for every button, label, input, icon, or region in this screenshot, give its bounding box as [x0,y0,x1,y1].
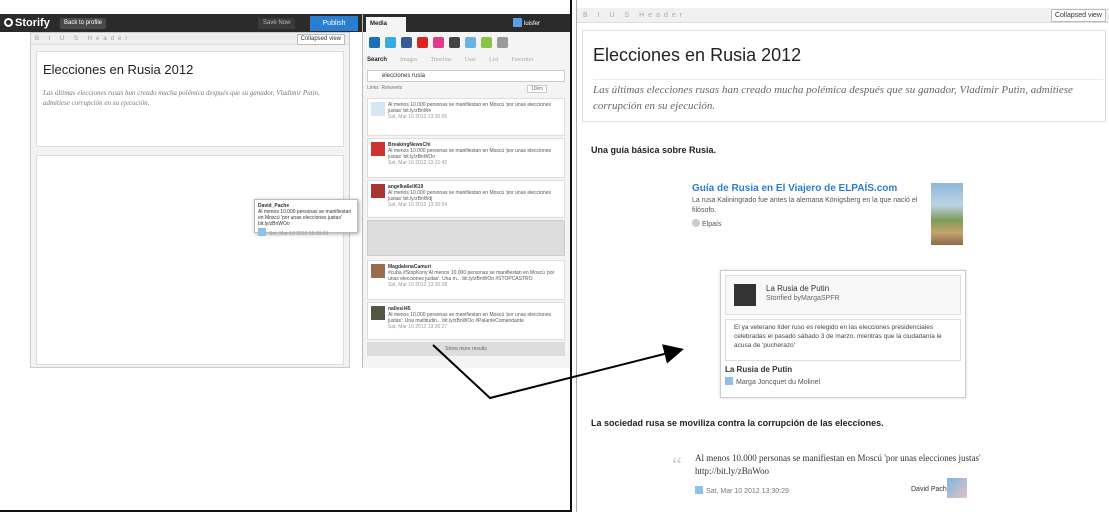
embed-thumbnail [734,284,756,306]
avatar [513,18,522,27]
google-icon[interactable] [465,37,476,48]
storify-editor-screenshot: Storify Back to profile Save Now Publish… [0,0,572,512]
media-panel: Media luisfer Search Images Timeline User Li… [362,14,570,368]
twitter-icon [258,228,266,236]
media-tab-bar: Media luisfer [363,14,570,32]
source-icons [369,37,513,50]
show-more-button[interactable]: Show more results [367,342,565,356]
retweets-checkbox[interactable]: Retweets [381,85,402,91]
embed-name: La Rusia de Putin [725,365,793,374]
story-header[interactable]: Elecciones en Rusia 2012 Las últimas ele… [36,51,344,147]
avatar [371,264,385,278]
avatar [371,306,385,320]
storify-icon [4,18,13,27]
user-menu[interactable]: luisfer [513,18,540,27]
link-icon[interactable] [497,37,508,48]
result-item[interactable]: MagdalenaCamuri #cuba #StopKony Al menos … [367,260,565,300]
avatar [371,184,385,198]
storify-source-icon [725,377,733,385]
tweet-text: Al menos 10.000 personas se manifiestan … [695,453,981,476]
section-heading: Una guía básica sobre Rusia. [591,145,717,155]
radius-select[interactable]: 10km [527,85,548,93]
quote-icon: “ [672,452,682,477]
avatar [947,478,967,498]
result-item[interactable]: Al menos 10.000 personas se manifiestan … [367,98,565,136]
feed-icon[interactable] [481,37,492,48]
avatar [371,142,385,156]
globe-icon [692,219,700,227]
format-toolbar[interactable]: B I U S Header Collapsed view [577,8,1109,23]
search-filters: Links Retweets 10km [367,85,565,96]
links-checkbox[interactable]: Links [367,85,379,91]
publish-button[interactable]: Publish [310,16,358,31]
tweet-date: Sat, Mar 10 2012 13:30:29 [695,486,789,495]
facebook-icon[interactable] [401,37,412,48]
twitter-icon[interactable] [385,37,396,48]
tab-search[interactable]: Search [367,57,387,63]
link-title[interactable]: Guía de Rusia en El Viajero de ELPAÍS.co… [692,183,928,194]
youtube-icon[interactable] [417,37,428,48]
top-bar: Storify Back to profile Save Now Publish [0,14,362,32]
search-input[interactable]: elecciones rusia [367,70,565,82]
section-heading: La sociedad rusa se moviliza contra la c… [591,418,884,428]
tab-favorites[interactable]: Favorites [511,57,533,63]
link-description: La rusa Kaliningrado fue antes la aleman… [692,197,918,214]
dragged-tweet[interactable]: David_Pache Al menos 10.000 personas se … [254,199,358,237]
storify-source-icon[interactable] [369,37,380,48]
published-story-screenshot: B I U S Header Collapsed view Elecciones… [576,0,1109,512]
embed-title[interactable]: La Rusia de Putin [766,284,829,293]
back-to-profile-button[interactable]: Back to profile [60,18,107,29]
result-item[interactable]: BreakingNewsChi Al menos 10.000 personas … [367,138,565,178]
embed-text: El ya veterano líder ruso es relegido en… [725,319,961,361]
tab-images[interactable]: Images [400,57,417,63]
link-source: Elpaís [692,219,928,228]
link-thumbnail [931,183,963,245]
tab-timeline[interactable]: Timeline [430,57,451,63]
media-tab[interactable]: Media [366,17,406,32]
search-tabs: Search Images Timeline User List Favorites [367,57,547,63]
instagram-icon[interactable] [449,37,460,48]
storify-logo[interactable]: Storify [4,17,50,29]
story-title[interactable]: Elecciones en Rusia 2012 [593,45,801,66]
embed-author: Storified byMargaSPFR [766,295,840,302]
story-header[interactable]: Elecciones en Rusia 2012 Las últimas ele… [582,30,1106,122]
flickr-icon[interactable] [433,37,444,48]
format-toolbar[interactable]: B I U S Header Collapsed view [31,33,349,45]
collapsed-view-button[interactable]: Collapsed view [296,34,345,45]
story-description[interactable]: Las últimas elecciones rusas han creado … [593,79,1103,114]
drag-placeholder [367,220,565,256]
twitter-icon [695,486,703,494]
link-card[interactable]: Guía de Rusia en El Viajero de ELPAÍS.co… [692,183,928,228]
result-item[interactable]: angelka6ell619 Al menos 10.000 personas s… [367,180,565,218]
story-drop-area[interactable] [36,155,344,365]
result-item[interactable]: nallesil45 Al menos 10.000 personas se ma… [367,302,565,340]
avatar [371,102,385,116]
tab-list[interactable]: List [489,57,498,63]
embed-header: La Rusia de Putin Storified byMargaSPFR [725,275,961,315]
collapsed-view-button[interactable]: Collapsed view [1050,9,1106,22]
story-title[interactable]: Elecciones en Rusia 2012 [43,62,193,77]
embed-source: Marga Joncquet du Molinel [725,377,820,386]
save-now-button[interactable]: Save Now [258,18,296,29]
story-description[interactable]: Las últimas elecciones rusas han creado … [43,88,333,108]
tab-user[interactable]: User [465,57,476,63]
embedded-story[interactable]: La Rusia de Putin Storified byMargaSPFR … [720,270,966,398]
